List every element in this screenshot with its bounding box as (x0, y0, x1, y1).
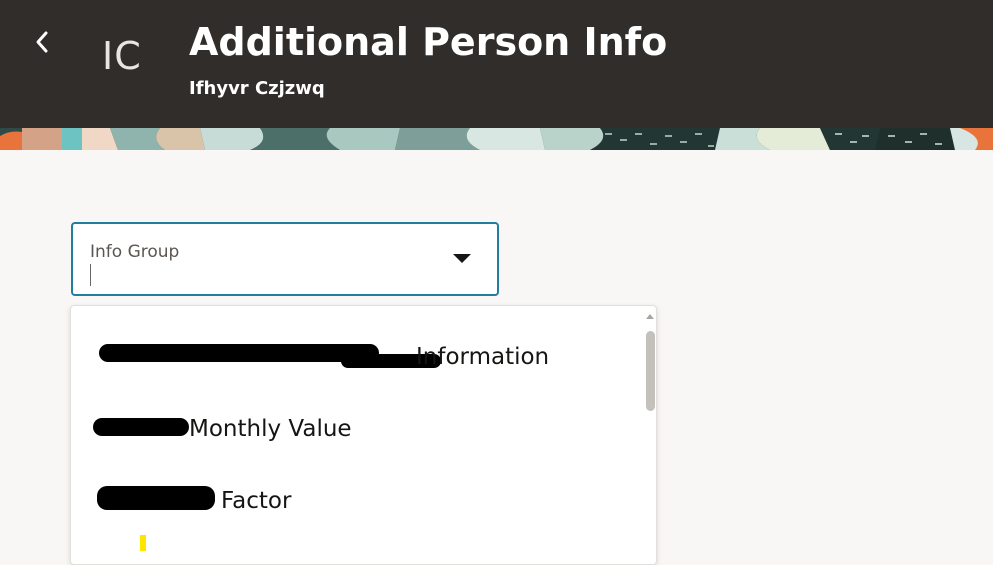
option-label: Factor (221, 488, 292, 514)
avatar-initials: IC (102, 34, 142, 78)
triangle-down-icon[interactable] (453, 254, 471, 263)
redaction-mark (99, 344, 379, 362)
person-name: Ifhyvr Czjzwq (189, 78, 325, 99)
info-group-label: Info Group (90, 242, 180, 262)
page-title: Additional Person Info (189, 20, 668, 64)
info-group-dropdown-list[interactable]: Information Monthly Value Factor (70, 305, 657, 565)
text-caret (90, 264, 91, 286)
list-item[interactable]: Information (71, 328, 641, 388)
scrollbar-thumb[interactable] (646, 331, 655, 411)
list-item[interactable]: Factor (71, 472, 641, 532)
chevron-left-icon (36, 31, 48, 53)
list-item[interactable]: Monthly Value (71, 400, 641, 460)
info-group-select[interactable]: Info Group (71, 222, 499, 296)
back-button[interactable] (26, 24, 58, 60)
highlight-mark (140, 535, 146, 551)
redaction-mark (97, 486, 215, 510)
scroll-up-arrow-icon[interactable] (646, 314, 654, 319)
decorative-banner (0, 128, 993, 150)
page-header: IC Additional Person Info Ifhyvr Czjzwq (0, 0, 993, 132)
redaction-mark (93, 418, 189, 436)
option-label: Information (416, 344, 550, 370)
option-label: Monthly Value (189, 416, 352, 442)
